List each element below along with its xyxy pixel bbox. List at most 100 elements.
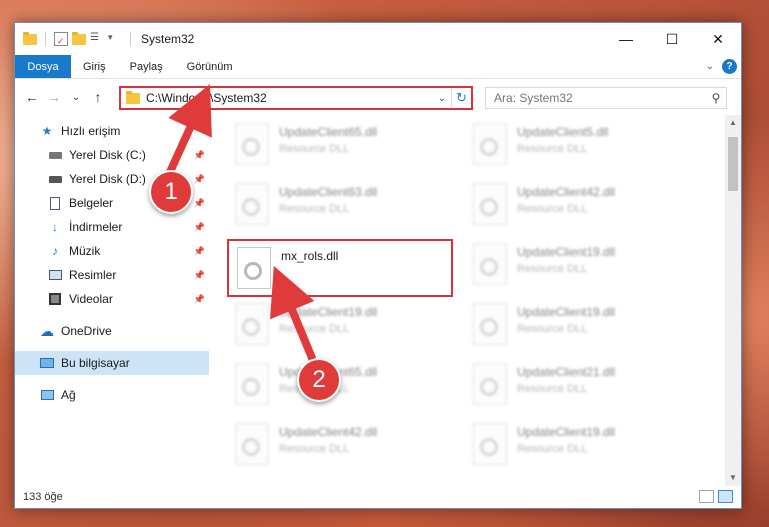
sidebar-item-videos[interactable]: Videolar 📌 bbox=[15, 287, 209, 311]
file-item[interactable]: UpdateClient19.dll Resource DLL bbox=[465, 417, 685, 473]
minimize-button[interactable]: — bbox=[603, 23, 649, 55]
status-bar: 133 öğe bbox=[15, 486, 741, 508]
pin-icon[interactable]: 📌 bbox=[194, 294, 205, 305]
forward-button[interactable]: → bbox=[43, 89, 65, 105]
file-name: UpdateClient42.dll bbox=[279, 425, 378, 439]
sidebar-item-local-disk-c[interactable]: Yerel Disk (C:) 📌 bbox=[15, 143, 209, 167]
sidebar-item-label: Belgeler bbox=[69, 196, 114, 210]
pin-icon[interactable]: 📌 bbox=[194, 222, 205, 233]
file-item[interactable]: UpdateClient65.dll Resource DLL bbox=[227, 117, 447, 173]
vertical-scrollbar[interactable]: ▲ ▼ bbox=[725, 115, 741, 486]
file-item[interactable]: UpdateClient42.dll Resource DLL bbox=[465, 177, 685, 233]
main-content: ★ Hızlı erişim Yerel Disk (C:) 📌 Yerel D… bbox=[15, 115, 741, 486]
file-type: Resource DLL bbox=[517, 383, 588, 395]
search-input[interactable] bbox=[494, 91, 706, 105]
file-item[interactable]: UpdateClient21.dll Resource DLL bbox=[465, 357, 685, 413]
tab-share[interactable]: Paylaş bbox=[118, 55, 175, 78]
dll-file-icon bbox=[473, 303, 507, 345]
large-icons-view-icon[interactable] bbox=[718, 490, 733, 503]
customize-icon[interactable]: ☰ bbox=[90, 32, 104, 46]
help-icon[interactable]: ? bbox=[722, 59, 737, 74]
quick-access-toolbar: ✓ ☰ ▾ bbox=[15, 31, 135, 46]
dll-file-icon bbox=[473, 243, 507, 285]
file-item[interactable]: UpdateClient42.dll Resource DLL bbox=[227, 417, 447, 473]
dll-file-icon bbox=[235, 423, 269, 465]
expand-ribbon-icon[interactable]: ⌄ bbox=[706, 61, 714, 72]
sidebar-item-pictures[interactable]: Resimler 📌 bbox=[15, 263, 209, 287]
sidebar-item-label: Resimler bbox=[69, 268, 117, 282]
divider bbox=[45, 32, 46, 46]
pin-icon[interactable]: 📌 bbox=[194, 150, 205, 161]
pin-icon[interactable]: 📌 bbox=[194, 174, 205, 185]
step-2-callout: 2 bbox=[297, 358, 341, 402]
file-name: UpdateClient65.dll bbox=[279, 125, 378, 139]
file-name: UpdateClient21.dll bbox=[517, 365, 616, 379]
tab-view[interactable]: Görünüm bbox=[175, 55, 245, 78]
sidebar-item-downloads[interactable]: ↓ İndirmeler 📌 bbox=[15, 215, 209, 239]
pin-icon[interactable]: 📌 bbox=[194, 246, 205, 257]
file-type: Resource DLL bbox=[517, 323, 588, 335]
address-path[interactable]: C:\Windows\System32 bbox=[146, 91, 433, 105]
scroll-thumb[interactable] bbox=[728, 137, 738, 191]
file-name: mx_rols.dll bbox=[281, 249, 339, 263]
computer-icon bbox=[39, 356, 55, 370]
scroll-up-icon[interactable]: ▲ bbox=[725, 115, 741, 131]
up-button[interactable]: ↑ bbox=[87, 89, 109, 105]
sidebar-item-label: Yerel Disk (C:) bbox=[69, 148, 146, 162]
properties-icon[interactable]: ✓ bbox=[54, 32, 68, 46]
tab-home[interactable]: Giriş bbox=[71, 55, 118, 78]
details-view-icon[interactable] bbox=[699, 490, 714, 503]
sidebar-item-label: Yerel Disk (D:) bbox=[69, 172, 146, 186]
view-toggle bbox=[699, 490, 733, 503]
file-name: UpdateClient19.dll bbox=[279, 305, 378, 319]
music-icon: ♪ bbox=[52, 244, 58, 258]
close-button[interactable]: ✕ bbox=[695, 23, 741, 55]
file-item[interactable]: UpdateClient19.dll Resource DLL bbox=[465, 297, 685, 353]
dropdown-icon[interactable]: ▾ bbox=[108, 32, 122, 46]
sidebar-item-label: Hızlı erişim bbox=[61, 124, 121, 138]
sidebar-item-music[interactable]: ♪ Müzik 📌 bbox=[15, 239, 209, 263]
file-list: UpdateClient65.dll Resource DLL UpdateCli… bbox=[209, 115, 741, 486]
documents-icon bbox=[47, 196, 63, 210]
scroll-down-icon[interactable]: ▼ bbox=[725, 470, 741, 486]
window-title: System32 bbox=[141, 32, 195, 46]
address-bar[interactable]: C:\Windows\System32 ⌄ ↻ bbox=[119, 86, 473, 110]
file-type: Resource DLL bbox=[517, 143, 588, 155]
sidebar-item-onedrive[interactable]: ☁ OneDrive bbox=[15, 319, 209, 343]
file-item[interactable]: UpdateClient5.dll Resource DLL bbox=[465, 117, 685, 173]
sidebar-item-label: Bu bilgisayar bbox=[61, 356, 130, 370]
search-box[interactable]: ⚲ bbox=[485, 87, 727, 109]
refresh-icon[interactable]: ↻ bbox=[451, 88, 471, 108]
dll-file-icon bbox=[235, 363, 269, 405]
file-item[interactable]: UpdateClient63.dll Resource DLL bbox=[227, 177, 447, 233]
tab-file[interactable]: Dosya bbox=[15, 55, 71, 78]
sidebar-item-label: OneDrive bbox=[61, 324, 112, 338]
title-bar: ✓ ☰ ▾ System32 — ☐ ✕ bbox=[15, 23, 741, 55]
file-item[interactable]: UpdateClient19.dll Resource DLL bbox=[465, 237, 685, 293]
search-icon[interactable]: ⚲ bbox=[706, 91, 726, 105]
sidebar-item-this-pc[interactable]: Bu bilgisayar bbox=[15, 351, 209, 375]
file-name: UpdateClient19.dll bbox=[517, 245, 616, 259]
file-name: UpdateClient5.dll bbox=[517, 125, 609, 139]
navigation-bar: ← → ⌄ ↑ C:\Windows\System32 ⌄ ↻ ⚲ bbox=[15, 79, 741, 115]
back-button[interactable]: ← bbox=[21, 89, 43, 105]
navigation-pane: ★ Hızlı erişim Yerel Disk (C:) 📌 Yerel D… bbox=[15, 115, 209, 486]
file-type: Resource DLL bbox=[279, 443, 350, 455]
new-folder-icon[interactable] bbox=[72, 31, 86, 45]
sidebar-item-network[interactable]: Ağ bbox=[15, 383, 209, 407]
file-item-mx-rols[interactable]: mx_rols.dll bbox=[227, 239, 453, 297]
sidebar-item-quick-access[interactable]: ★ Hızlı erişim bbox=[15, 119, 209, 143]
file-item[interactable]: UpdateClient19.dll Resource DLL bbox=[227, 297, 447, 353]
ribbon-tabs: Dosya Giriş Paylaş Görünüm ⌄ ? bbox=[15, 55, 741, 79]
dll-file-icon bbox=[237, 247, 271, 289]
pin-icon[interactable]: 📌 bbox=[194, 270, 205, 281]
recent-locations-button[interactable]: ⌄ bbox=[65, 92, 87, 103]
download-icon: ↓ bbox=[52, 220, 58, 234]
dll-file-icon bbox=[473, 363, 507, 405]
sidebar-item-label: İndirmeler bbox=[69, 220, 123, 234]
sidebar-item-label: Müzik bbox=[69, 244, 101, 258]
dll-file-icon bbox=[235, 303, 269, 345]
pin-icon[interactable]: 📌 bbox=[194, 198, 205, 209]
maximize-button[interactable]: ☐ bbox=[649, 23, 695, 55]
address-dropdown-icon[interactable]: ⌄ bbox=[433, 93, 451, 104]
